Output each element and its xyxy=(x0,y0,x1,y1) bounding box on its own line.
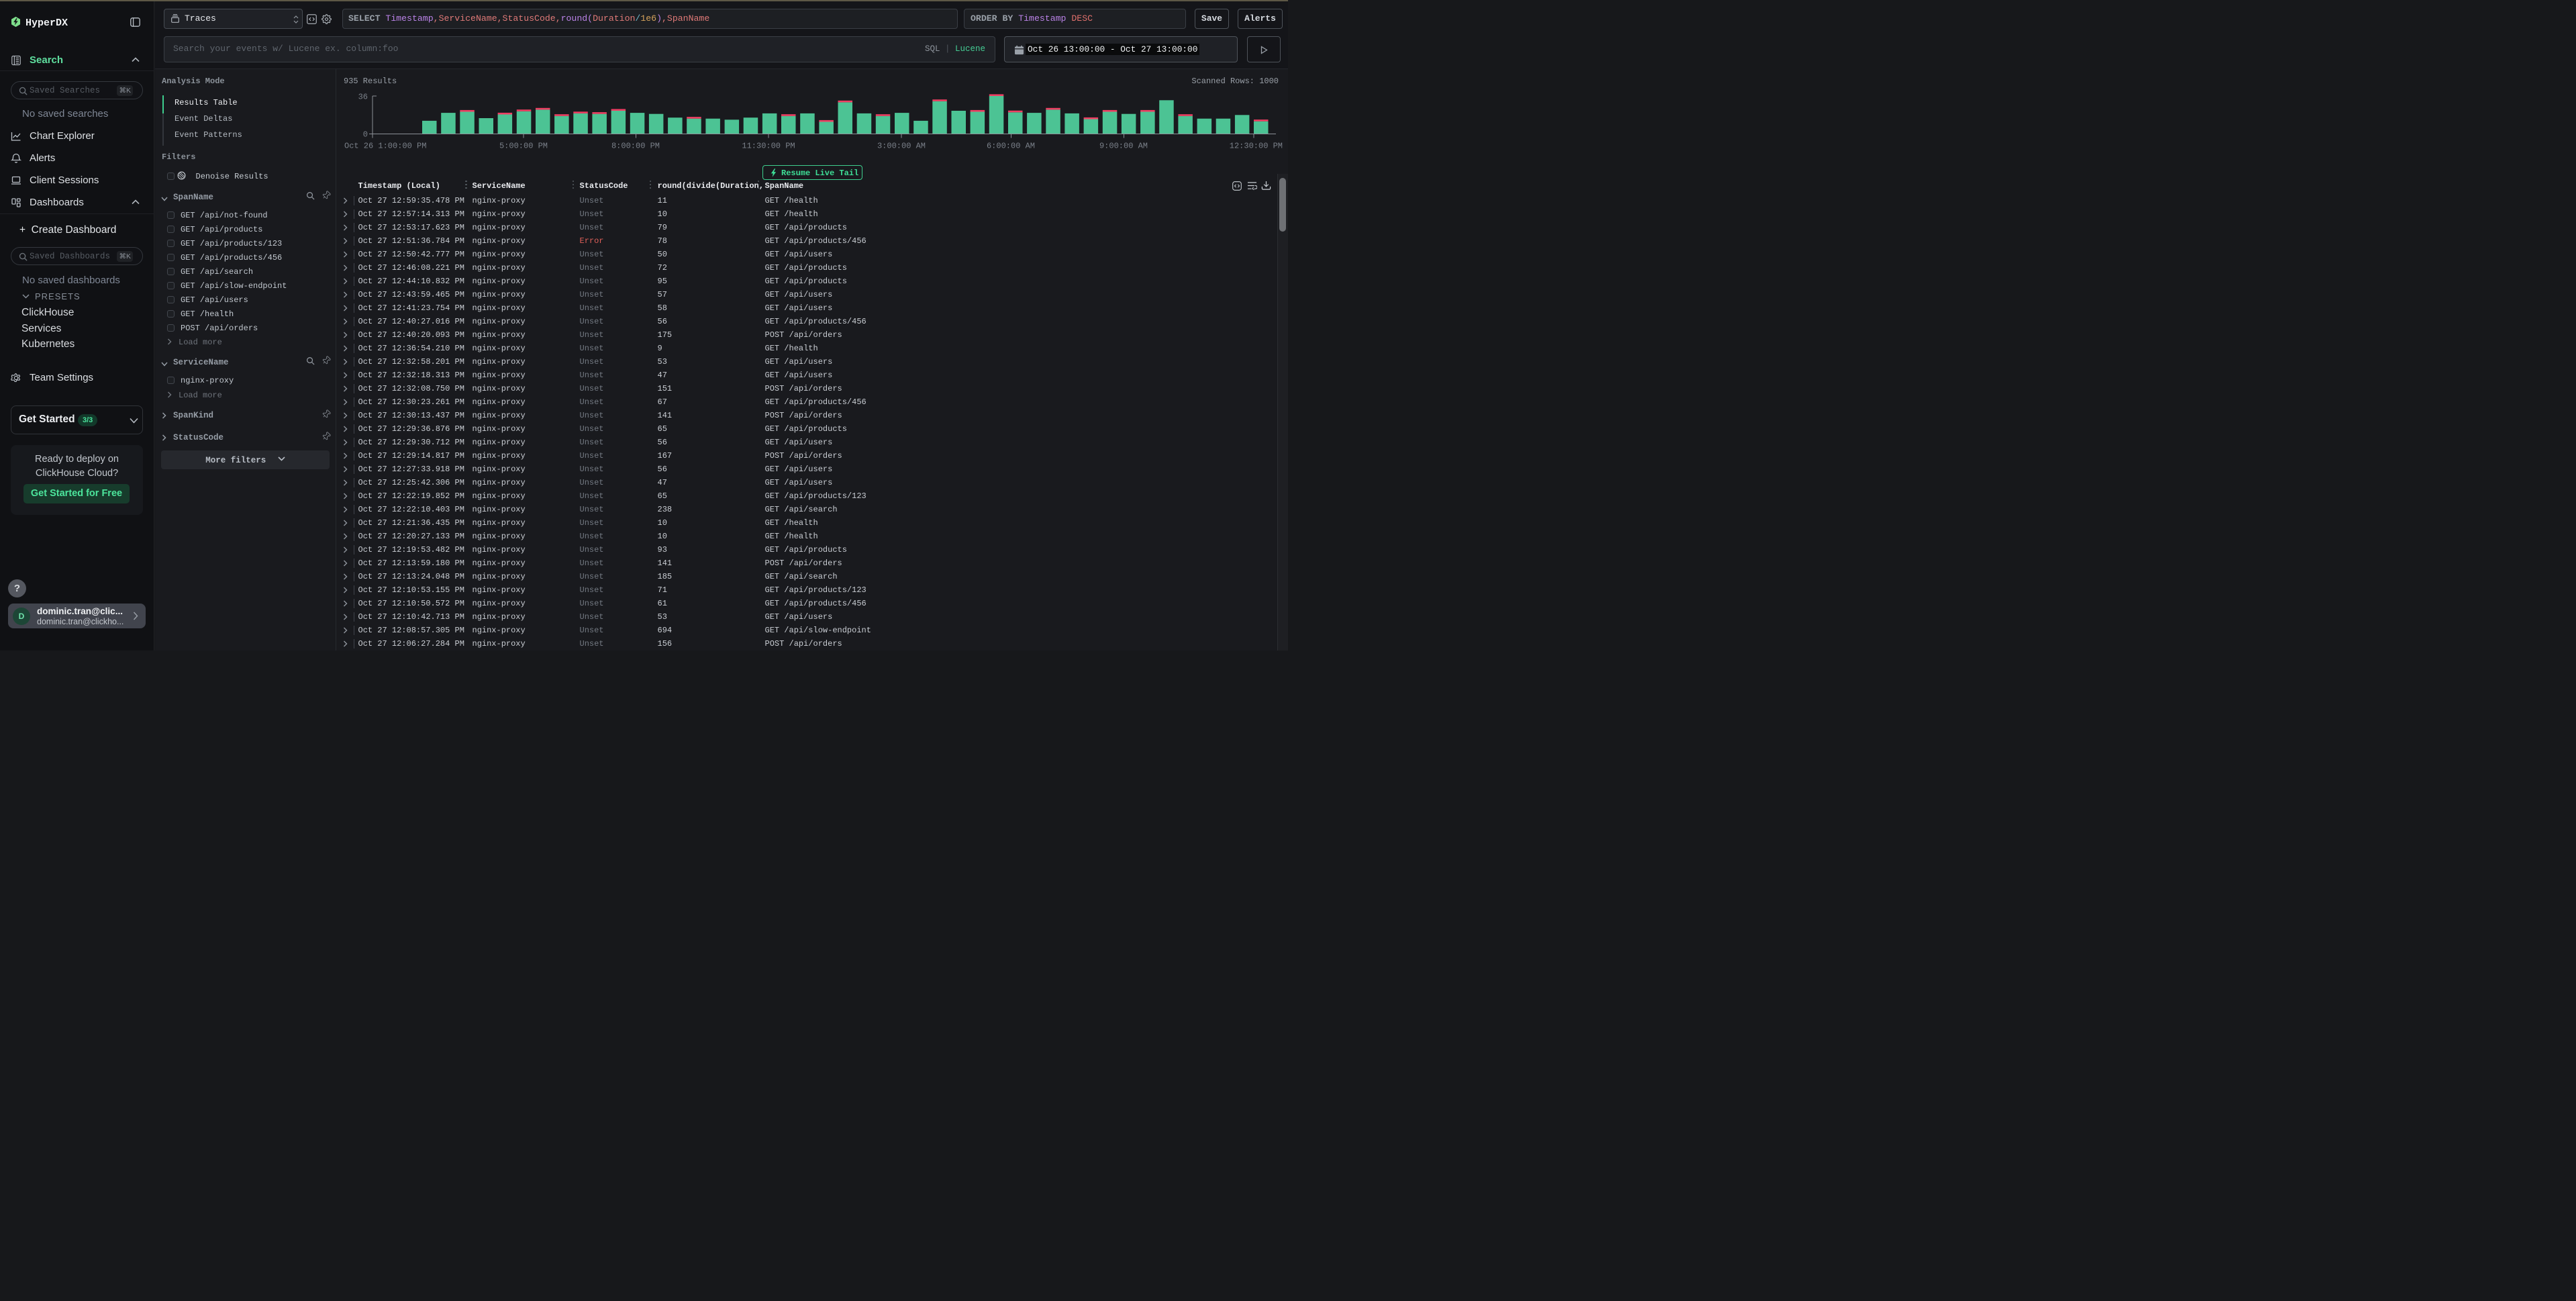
svg-text:8:00:00 PM: 8:00:00 PM xyxy=(611,142,660,151)
svg-text:9:00:00 AM: 9:00:00 AM xyxy=(1099,142,1148,151)
svg-text:6:00:00 AM: 6:00:00 AM xyxy=(987,142,1035,151)
svg-text:3:00:00 AM: 3:00:00 AM xyxy=(877,142,926,151)
svg-text:0: 0 xyxy=(363,130,368,140)
svg-text:11:30:00 PM: 11:30:00 PM xyxy=(742,142,795,151)
svg-text:12:30:00 PM: 12:30:00 PM xyxy=(1230,142,1283,151)
svg-text:Oct 26 1:00:00 PM: Oct 26 1:00:00 PM xyxy=(344,142,426,151)
svg-text:5:00:00 PM: 5:00:00 PM xyxy=(499,142,548,151)
svg-text:36: 36 xyxy=(358,93,368,102)
